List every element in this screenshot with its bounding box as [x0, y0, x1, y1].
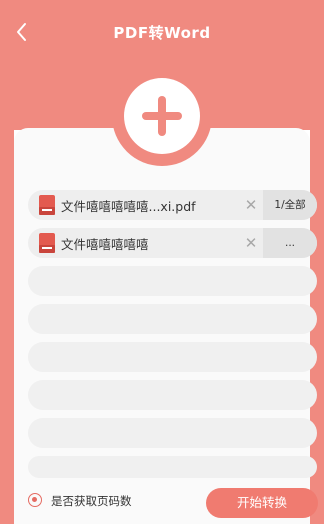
page-range-button[interactable]: ...	[263, 228, 317, 258]
empty-file-slot	[28, 456, 317, 478]
file-item[interactable]: 文件嘻嘻嘻嘻嘻...xi.pdf ✕ 1/全部	[28, 190, 317, 220]
side-band-left	[0, 130, 14, 524]
page-count-option-label[interactable]: 是否获取页码数	[51, 493, 132, 509]
page-title: PDF转Word	[113, 24, 211, 42]
close-icon[interactable]: ✕	[239, 234, 263, 252]
page-range-button[interactable]: 1/全部	[263, 190, 317, 220]
pdf-file-icon	[39, 195, 55, 215]
plus-icon-vertical	[158, 96, 166, 136]
radio-checked-icon[interactable]	[28, 493, 42, 507]
file-name: 文件嘻嘻嘻嘻嘻	[61, 236, 149, 252]
add-file-button[interactable]	[124, 78, 200, 154]
empty-file-slot	[28, 266, 317, 296]
start-conversion-button[interactable]: 开始转换	[206, 488, 318, 518]
empty-file-slot	[28, 342, 317, 372]
file-name: 文件嘻嘻嘻嘻嘻...xi.pdf	[61, 198, 196, 214]
close-icon[interactable]: ✕	[239, 196, 263, 214]
file-item[interactable]: 文件嘻嘻嘻嘻嘻 ✕ ...	[28, 228, 317, 258]
empty-file-slot	[28, 418, 317, 448]
empty-file-slot	[28, 304, 317, 334]
pdf-file-icon	[39, 233, 55, 253]
top-bar: PDF转Word	[0, 0, 324, 64]
empty-file-slot	[28, 380, 317, 410]
